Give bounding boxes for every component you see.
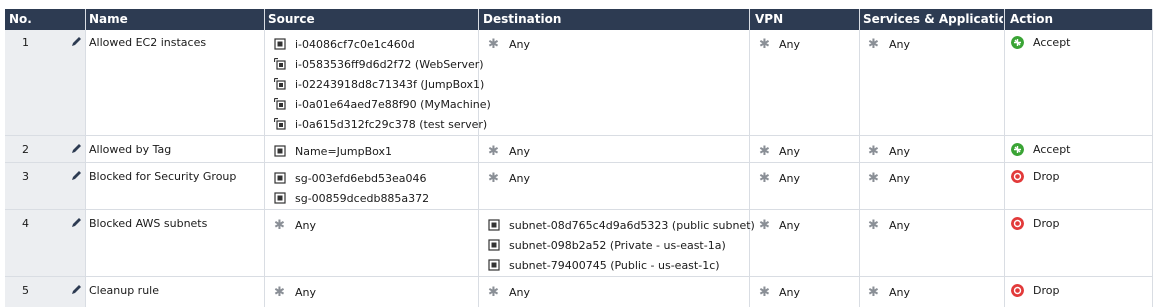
instance-icon	[274, 118, 286, 130]
any-icon: ✱	[759, 144, 770, 159]
any-icon: ✱	[759, 171, 770, 186]
action-value[interactable]: Drop	[1033, 217, 1059, 231]
any-icon: ✱	[488, 171, 499, 186]
any-icon: ✱	[759, 218, 770, 233]
drop-icon	[1011, 284, 1024, 297]
destination-object[interactable]: Any	[509, 38, 530, 52]
vpn-value[interactable]: Any	[779, 145, 800, 159]
any-icon: ✱	[488, 285, 499, 300]
any-icon: ✱	[759, 37, 770, 52]
any-icon: ✱	[759, 285, 770, 300]
any-icon: ✱	[868, 37, 879, 52]
destination-object[interactable]: subnet-79400745 (Public - us-east-1c)	[509, 259, 720, 273]
rule-number: 4	[22, 217, 29, 230]
action-value[interactable]: Accept	[1033, 36, 1071, 50]
network-object-icon	[274, 192, 286, 204]
destination-object[interactable]: subnet-098b2a52 (Private - us-east-1a)	[509, 239, 726, 253]
services-value[interactable]: Any	[889, 172, 910, 186]
source-object[interactable]: sg-003efd6ebd53ea046	[295, 172, 427, 186]
services-value[interactable]: Any	[889, 38, 910, 52]
header-action[interactable]: Action	[1010, 9, 1150, 30]
rule-name[interactable]: Allowed EC2 instaces	[89, 36, 206, 50]
action-value[interactable]: Accept	[1033, 143, 1071, 157]
accept-icon	[1011, 143, 1024, 156]
column-divider	[859, 9, 860, 307]
row-divider	[5, 135, 1153, 136]
edit-pencil-icon[interactable]	[71, 143, 82, 154]
source-object[interactable]: Any	[295, 219, 316, 233]
rule-number: 3	[22, 170, 29, 183]
vpn-value[interactable]: Any	[779, 38, 800, 52]
destination-object[interactable]: Any	[509, 286, 530, 300]
any-icon: ✱	[868, 285, 879, 300]
instance-icon	[274, 58, 286, 70]
row-divider	[5, 276, 1153, 277]
services-value[interactable]: Any	[889, 286, 910, 300]
rule-name[interactable]: Blocked for Security Group	[89, 170, 236, 184]
action-value[interactable]: Drop	[1033, 170, 1059, 184]
source-object[interactable]: i-0583536ff9d6d2f72 (WebServer)	[295, 58, 484, 72]
vpn-value[interactable]: Any	[779, 286, 800, 300]
any-icon: ✱	[868, 218, 879, 233]
header-destination[interactable]: Destination	[483, 9, 749, 30]
source-object[interactable]: Name=JumpBox1	[295, 145, 392, 159]
rule-name[interactable]: Cleanup rule	[89, 284, 159, 298]
drop-icon	[1011, 217, 1024, 230]
header-source[interactable]: Source	[268, 9, 476, 30]
instance-icon	[274, 98, 286, 110]
network-object-icon	[488, 259, 500, 271]
source-object[interactable]: i-0a01e64aed7e88f90 (MyMachine)	[295, 98, 491, 112]
destination-object[interactable]: Any	[509, 172, 530, 186]
source-object[interactable]: i-02243918d8c71343f (JumpBox1)	[295, 78, 484, 92]
column-divider	[264, 9, 265, 307]
number-column-shading	[5, 30, 85, 307]
source-object[interactable]: i-04086cf7c0e1c460d	[295, 38, 415, 52]
any-icon: ✱	[868, 144, 879, 159]
network-object-icon	[488, 239, 500, 251]
any-icon: ✱	[488, 144, 499, 159]
column-divider	[1004, 9, 1005, 307]
row-divider	[5, 209, 1153, 210]
destination-object[interactable]: Any	[509, 145, 530, 159]
edit-pencil-icon[interactable]	[71, 170, 82, 181]
any-icon: ✱	[274, 218, 285, 233]
column-divider	[85, 9, 86, 307]
edit-pencil-icon[interactable]	[71, 36, 82, 47]
edit-pencil-icon[interactable]	[71, 217, 82, 228]
rule-name[interactable]: Blocked AWS subnets	[89, 217, 207, 231]
row-divider	[5, 162, 1153, 163]
instance-icon	[274, 78, 286, 90]
rulebase-grid: No. Name Source Destination VPN Services…	[0, 0, 1153, 307]
network-object-icon	[274, 145, 286, 157]
rule-number: 1	[22, 36, 29, 49]
action-value[interactable]: Drop	[1033, 284, 1059, 298]
destination-object[interactable]: subnet-08d765c4d9a6d5323 (public subnet)	[509, 219, 755, 233]
accept-icon	[1011, 36, 1024, 49]
drop-icon	[1011, 170, 1024, 183]
source-object[interactable]: sg-00859dcedb885a372	[295, 192, 429, 206]
column-divider	[749, 9, 750, 307]
vpn-value[interactable]: Any	[779, 172, 800, 186]
vpn-value[interactable]: Any	[779, 219, 800, 233]
rule-number: 2	[22, 143, 29, 156]
column-divider	[478, 9, 479, 307]
network-object-icon	[274, 38, 286, 50]
rule-number: 5	[22, 284, 29, 297]
any-icon: ✱	[868, 171, 879, 186]
header-name[interactable]: Name	[89, 9, 261, 30]
services-value[interactable]: Any	[889, 145, 910, 159]
services-value[interactable]: Any	[889, 219, 910, 233]
rule-name[interactable]: Allowed by Tag	[89, 143, 171, 157]
source-object[interactable]: Any	[295, 286, 316, 300]
edit-pencil-icon[interactable]	[71, 284, 82, 295]
source-object[interactable]: i-0a615d312fc29c378 (test server)	[295, 118, 487, 132]
header-no[interactable]: No.	[9, 9, 83, 30]
header-services[interactable]: Services & Applications	[863, 9, 1003, 30]
any-icon: ✱	[274, 285, 285, 300]
network-object-icon	[488, 219, 500, 231]
any-icon: ✱	[488, 37, 499, 52]
header-vpn[interactable]: VPN	[755, 9, 859, 30]
network-object-icon	[274, 172, 286, 184]
